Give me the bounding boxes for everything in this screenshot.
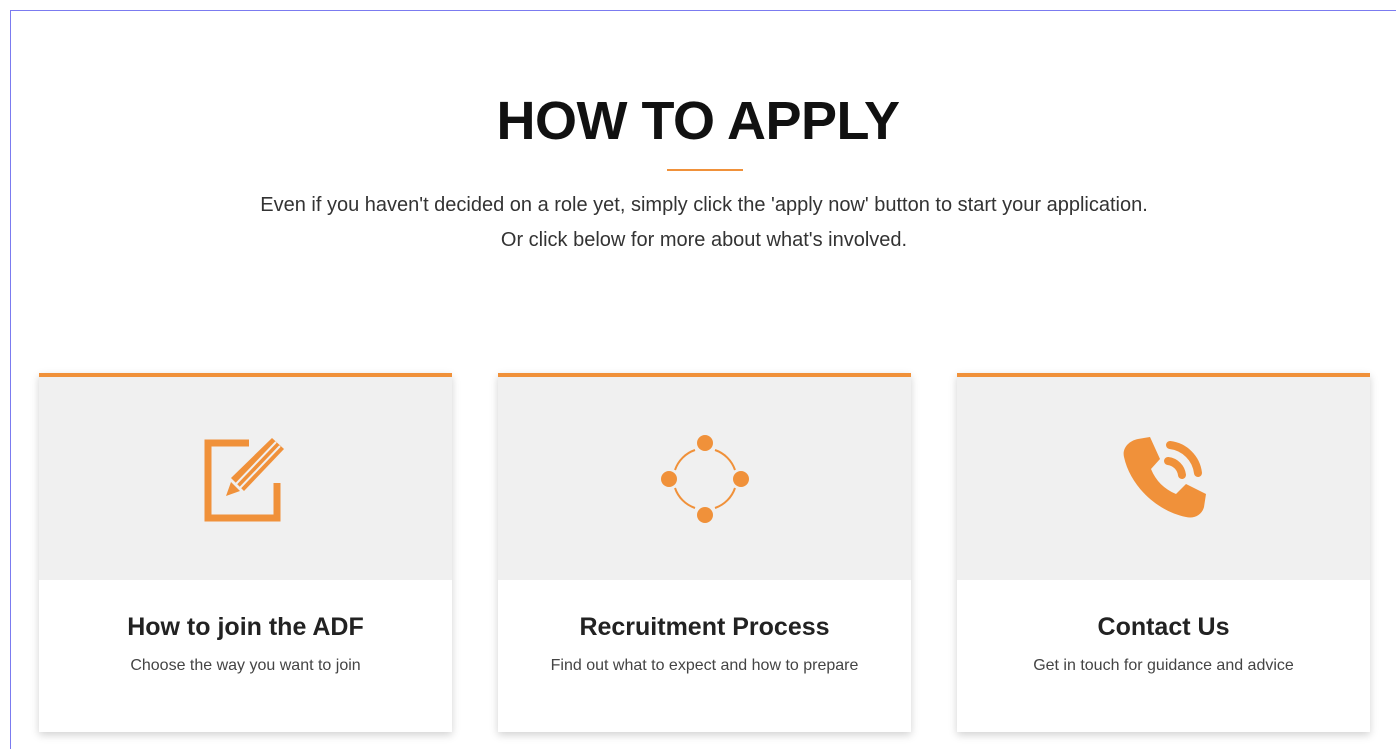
section-intro: Even if you haven't decided on a role ye… <box>260 194 1148 251</box>
process-cycle-icon <box>655 429 755 529</box>
card-description: Choose the way you want to join <box>130 657 361 674</box>
card-title: Contact Us <box>1097 613 1230 641</box>
title-underline <box>667 169 743 171</box>
card-icon-panel <box>957 373 1370 580</box>
phone-icon <box>1116 431 1212 527</box>
edit-icon <box>204 434 288 524</box>
card-description: Find out what to expect and how to prepa… <box>550 657 859 674</box>
card-title: Recruitment Process <box>579 613 830 641</box>
card-icon-panel <box>39 373 452 580</box>
section-title: HOW TO APPLY <box>496 91 900 151</box>
card-description: Get in touch for guidance and advice <box>1033 657 1294 674</box>
card-icon-panel <box>498 373 911 580</box>
card-recruitment-process[interactable]: Recruitment Process Find out what to exp… <box>498 373 911 732</box>
card-title: How to join the ADF <box>127 613 364 641</box>
card-how-to-join[interactable]: How to join the ADF Choose the way you w… <box>39 373 452 732</box>
card-contact-us[interactable]: Contact Us Get in touch for guidance and… <box>957 373 1370 732</box>
